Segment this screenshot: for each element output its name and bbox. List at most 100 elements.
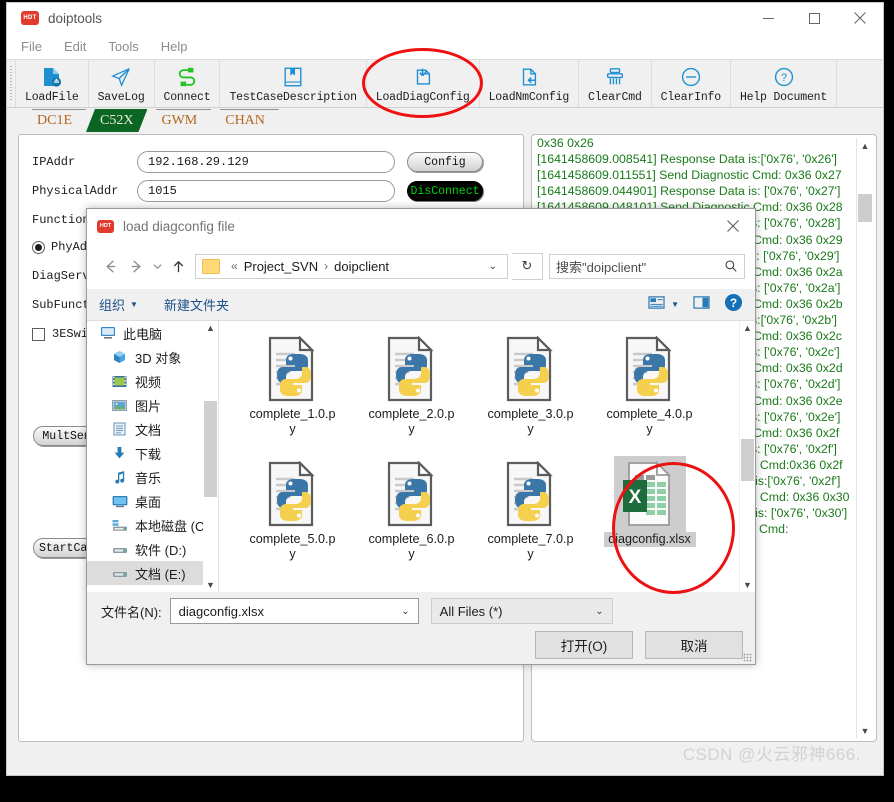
file-item-label: complete_1.0.py [249, 407, 336, 436]
file-item[interactable]: complete_1.0.py [233, 331, 352, 456]
file-list[interactable]: complete_1.0.py complete_2.0.py complete_3… [219, 321, 755, 592]
menu-item-file[interactable]: File [21, 39, 42, 54]
close-button[interactable] [837, 3, 883, 33]
tab-dc1e[interactable]: DC1E [23, 109, 86, 132]
toolbar-button-clearcmd[interactable]: ClearCmd [579, 60, 652, 107]
scroll-up-icon[interactable]: ▲ [740, 321, 755, 335]
breadcrumb[interactable]: « Project_SVN › doipclient ⌄ [195, 253, 508, 279]
videos-icon [111, 374, 128, 389]
tree-item-label: 下载 [135, 446, 162, 462]
toolbar-button-testcasedescription[interactable]: TestCaseDescription [220, 60, 367, 107]
phyaddr-radio[interactable] [32, 240, 45, 254]
python-file-icon [257, 331, 329, 407]
tree-item-label: 本地磁盘 (C:) [135, 518, 213, 534]
disconnect-button[interactable]: DisConnect [407, 181, 483, 201]
maximize-button[interactable] [791, 3, 837, 33]
cancel-button[interactable]: 取消 [645, 631, 743, 659]
tree-item-videos[interactable]: 视频 [87, 369, 218, 393]
recent-locations-icon[interactable] [149, 253, 165, 279]
tree-item-music[interactable]: 音乐 [87, 465, 218, 489]
tree-item-local-disk-c[interactable]: 本地磁盘 (C:) [87, 513, 218, 537]
scroll-down-icon[interactable]: ▼ [740, 578, 755, 592]
open-button[interactable]: 打开(O) [535, 631, 633, 659]
excel-file-icon: X [613, 456, 686, 532]
back-icon[interactable] [97, 253, 123, 279]
refresh-button[interactable]: ↻ [512, 252, 543, 280]
scroll-thumb[interactable] [741, 439, 754, 481]
tree-item-downloads[interactable]: 下载 [87, 441, 218, 465]
scroll-up-icon[interactable]: ▲ [203, 321, 218, 335]
file-item[interactable]: complete_5.0.py [233, 456, 352, 581]
filename-input[interactable]: diagconfig.xlsx ⌄ [169, 598, 419, 624]
file-item[interactable]: complete_4.0.py [590, 331, 709, 456]
toolbar-button-clearinfo[interactable]: ClearInfo [652, 60, 731, 107]
dialog-close-button[interactable] [711, 209, 755, 243]
tree-item-drive-d[interactable]: 软件 (D:) [87, 537, 218, 561]
toolbar-label: Connect [163, 90, 211, 104]
tree-item-label: 文档 (E:) [135, 566, 186, 582]
forward-icon[interactable] [123, 253, 149, 279]
file-item[interactable]: complete_2.0.py [352, 331, 471, 456]
tree-item-drive-e[interactable]: 文档 (E:) [87, 561, 218, 585]
up-icon[interactable] [165, 253, 191, 279]
file-item[interactable]: complete_6.0.py [352, 456, 471, 581]
physicaladdr-input[interactable]: 1015 [137, 180, 395, 202]
breadcrumb-part-0[interactable]: Project_SVN [244, 259, 318, 274]
scroll-down-icon[interactable]: ▼ [203, 578, 218, 592]
dialog-title-bar: HDT load diagconfig file [87, 209, 755, 243]
tree-item-pictures[interactable]: 图片 [87, 393, 218, 417]
toolbar-button-connect[interactable]: Connect [155, 60, 221, 107]
view-dropdown-icon[interactable]: ▼ [671, 300, 679, 309]
config-button[interactable]: Config [407, 152, 483, 172]
toolbar-button-loadfile[interactable]: LoadFile [16, 60, 89, 107]
toolbar-label: ClearInfo [660, 90, 722, 104]
file-dialog: HDT load diagconfig file « Project_SVN ›… [86, 208, 756, 665]
change-view-icon[interactable] [648, 295, 665, 315]
menu-item-tools[interactable]: Tools [108, 39, 138, 54]
menu-item-edit[interactable]: Edit [64, 39, 86, 54]
ipaddr-input[interactable]: 192.168.29.129 [137, 151, 395, 173]
search-box[interactable]: 搜索"doipclient" [549, 253, 745, 279]
tab-gwm[interactable]: GWM [147, 109, 211, 132]
chevron-down-icon[interactable]: ⌄ [397, 606, 413, 617]
chevron-down-icon[interactable]: ⌄ [489, 261, 503, 272]
organize-menu[interactable]: 组织 ▼ [99, 295, 138, 314]
menu-bar: File Edit Tools Help [7, 33, 883, 59]
file-item[interactable]: Xdiagconfig.xlsx [590, 456, 709, 581]
tab-c52x[interactable]: C52X [86, 109, 147, 132]
scroll-down-icon[interactable]: ▼ [857, 723, 873, 738]
tab-chan[interactable]: CHAN [211, 109, 279, 132]
resize-grip[interactable] [743, 653, 752, 662]
tree-item-3d-objects[interactable]: 3D 对象 [87, 345, 218, 369]
tree-item-this-pc[interactable]: 此电脑 [87, 321, 218, 345]
toolbar-button-loadnmconfig[interactable]: LoadNmConfig [480, 60, 580, 107]
3eswitch-checkbox[interactable] [32, 327, 45, 341]
file-item[interactable]: complete_3.0.py [471, 331, 590, 456]
chevron-down-icon[interactable]: ⌄ [591, 606, 607, 617]
scroll-up-icon[interactable]: ▲ [857, 138, 873, 153]
log-scrollbar[interactable]: ▲ ▼ [856, 138, 873, 738]
scroll-thumb[interactable] [204, 401, 217, 497]
tree-scrollbar[interactable]: ▲ ▼ [203, 321, 218, 592]
preview-pane-icon[interactable] [693, 295, 710, 315]
toolbar-label: ClearCmd [588, 90, 642, 104]
breadcrumb-part-1[interactable]: doipclient [334, 259, 389, 274]
toolbar-grip[interactable] [7, 60, 16, 107]
file-list-scrollbar[interactable]: ▲ ▼ [739, 321, 755, 592]
tree-item-documents[interactable]: 文档 [87, 417, 218, 441]
toolbar-button-loaddiagconfig[interactable]: LoadDiagConfig [367, 60, 480, 107]
filename-label: 文件名(N): [101, 604, 162, 620]
menu-item-help[interactable]: Help [161, 39, 188, 54]
scroll-thumb[interactable] [858, 194, 872, 222]
toolbar-button-helpdocument[interactable]: ? Help Document [731, 60, 838, 107]
file-item[interactable]: complete_7.0.py [471, 456, 590, 581]
help-icon[interactable]: ? [724, 293, 743, 317]
chevron-down-icon: ▼ [130, 300, 138, 309]
new-folder-button[interactable]: 新建文件夹 [164, 295, 229, 314]
file-type-filter[interactable]: All Files (*) ⌄ [430, 598, 613, 624]
tree-item-desktop[interactable]: 桌面 [87, 489, 218, 513]
toolbar-button-savelog[interactable]: SaveLog [89, 60, 155, 107]
file-item-label: complete_7.0.py [487, 532, 574, 561]
search-input[interactable]: 搜索"doipclient" [556, 257, 724, 276]
minimize-button[interactable] [745, 3, 791, 33]
